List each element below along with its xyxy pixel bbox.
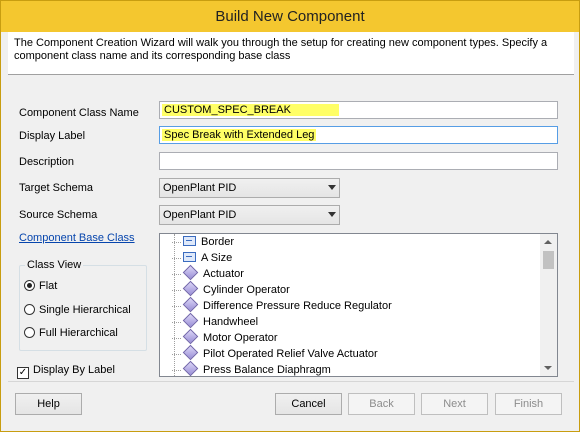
description-label: Description [19,156,75,168]
source-schema-select[interactable]: OpenPlant PID [159,205,340,225]
target-schema-label: Target Schema [19,182,93,194]
back-button[interactable]: Back [348,393,415,415]
tree-item[interactable]: A Size [172,250,232,266]
class-name-field[interactable]: CUSTOM_SPEC_BREAK [159,101,558,119]
display-label-label: Display Label [19,130,86,142]
class-view-option-flat[interactable]: Flat [24,280,57,292]
target-schema-select[interactable]: OpenPlant PID [159,178,340,198]
finish-button[interactable]: Finish [495,393,562,415]
tree-item-label: Handwheel [203,316,259,328]
chevron-down-icon [328,212,336,217]
tree-item[interactable]: Press Balance Diaphragm [172,360,331,376]
class-view-title: Class View [25,259,84,271]
display-label-field[interactable]: Spec Break with Extended Leg [159,126,558,144]
display-by-label-text: Display By Label [33,364,115,376]
checkmark-icon[interactable]: ✓ [17,367,29,379]
next-button[interactable]: Next [421,393,488,415]
display-label-value: Spec Break with Extended Leg [162,129,317,141]
help-button[interactable]: Help [15,393,82,415]
build-new-component-dialog: Build New Component The Component Creati… [0,0,580,432]
component-gem-icon [182,328,199,345]
tree-item-label: A Size [201,252,233,264]
description-field[interactable] [159,152,558,170]
radio-icon[interactable] [24,327,35,338]
scroll-up-icon[interactable] [544,240,552,244]
display-by-label-checkbox[interactable]: ✓ Display By Label [17,364,115,379]
tree-item[interactable]: Border [172,234,234,250]
tree-scrollbar[interactable] [540,234,557,376]
component-gem-icon [182,312,199,329]
class-view-group: Class View Flat Single Hierarchical Full… [19,259,147,351]
component-gem-icon [182,344,199,361]
tree-item-label: Cylinder Operator [203,284,290,296]
radio-selected-icon[interactable] [24,280,35,291]
source-schema-label: Source Schema [19,209,98,221]
component-gem-icon [182,264,199,281]
class-view-option-label: Full Hierarchical [39,327,118,339]
scroll-down-icon[interactable] [544,366,552,370]
tree-item-label: Pilot Operated Relief Valve Actuator [203,348,378,360]
chevron-down-icon [328,185,336,190]
target-schema-value: OpenPlant PID [163,182,237,194]
tree-item[interactable]: Motor Operator [172,328,278,346]
button-bar: Help Cancel Back Next Finish [8,381,574,427]
intro-text: The Component Creation Wizard will walk … [14,37,548,62]
base-class-tree[interactable]: Border A Size Actuator Cylinder Operator… [159,233,558,377]
class-name-label: Component Class Name [19,107,139,119]
tree-item-label: Motor Operator [203,332,278,344]
component-gem-icon [182,360,199,376]
tree-item[interactable]: Pilot Operated Relief Valve Actuator [172,344,378,362]
dimension-icon [183,236,196,246]
tree-item-label: Actuator [203,268,244,280]
class-view-option-label: Single Hierarchical [39,304,131,316]
radio-icon[interactable] [24,304,35,315]
cancel-button[interactable]: Cancel [275,393,342,415]
class-view-option-full-hierarchical[interactable]: Full Hierarchical [24,327,118,339]
source-schema-value: OpenPlant PID [163,209,237,221]
class-view-option-label: Flat [39,280,58,292]
tree-item[interactable]: Handwheel [172,312,259,330]
class-view-option-single-hierarchical[interactable]: Single Hierarchical [24,304,131,316]
dialog-title: Build New Component [1,1,579,32]
dimension-icon [183,252,196,262]
scroll-thumb[interactable] [543,251,554,269]
tree-item-label: Border [201,236,235,248]
wizard-content: Component Class Name CUSTOM_SPEC_BREAK D… [8,75,574,380]
component-gem-icon [182,280,199,297]
component-gem-icon [182,296,199,313]
intro-panel: The Component Creation Wizard will walk … [8,32,574,75]
tree-item-label: Difference Pressure Reduce Regulator [203,300,392,312]
tree-item[interactable]: Actuator [172,264,244,282]
tree-item-label: Press Balance Diaphragm [203,364,331,376]
tree-item[interactable]: Difference Pressure Reduce Regulator [172,296,392,314]
component-base-class-link[interactable]: Component Base Class [19,232,135,244]
class-name-value: CUSTOM_SPEC_BREAK [162,104,339,116]
